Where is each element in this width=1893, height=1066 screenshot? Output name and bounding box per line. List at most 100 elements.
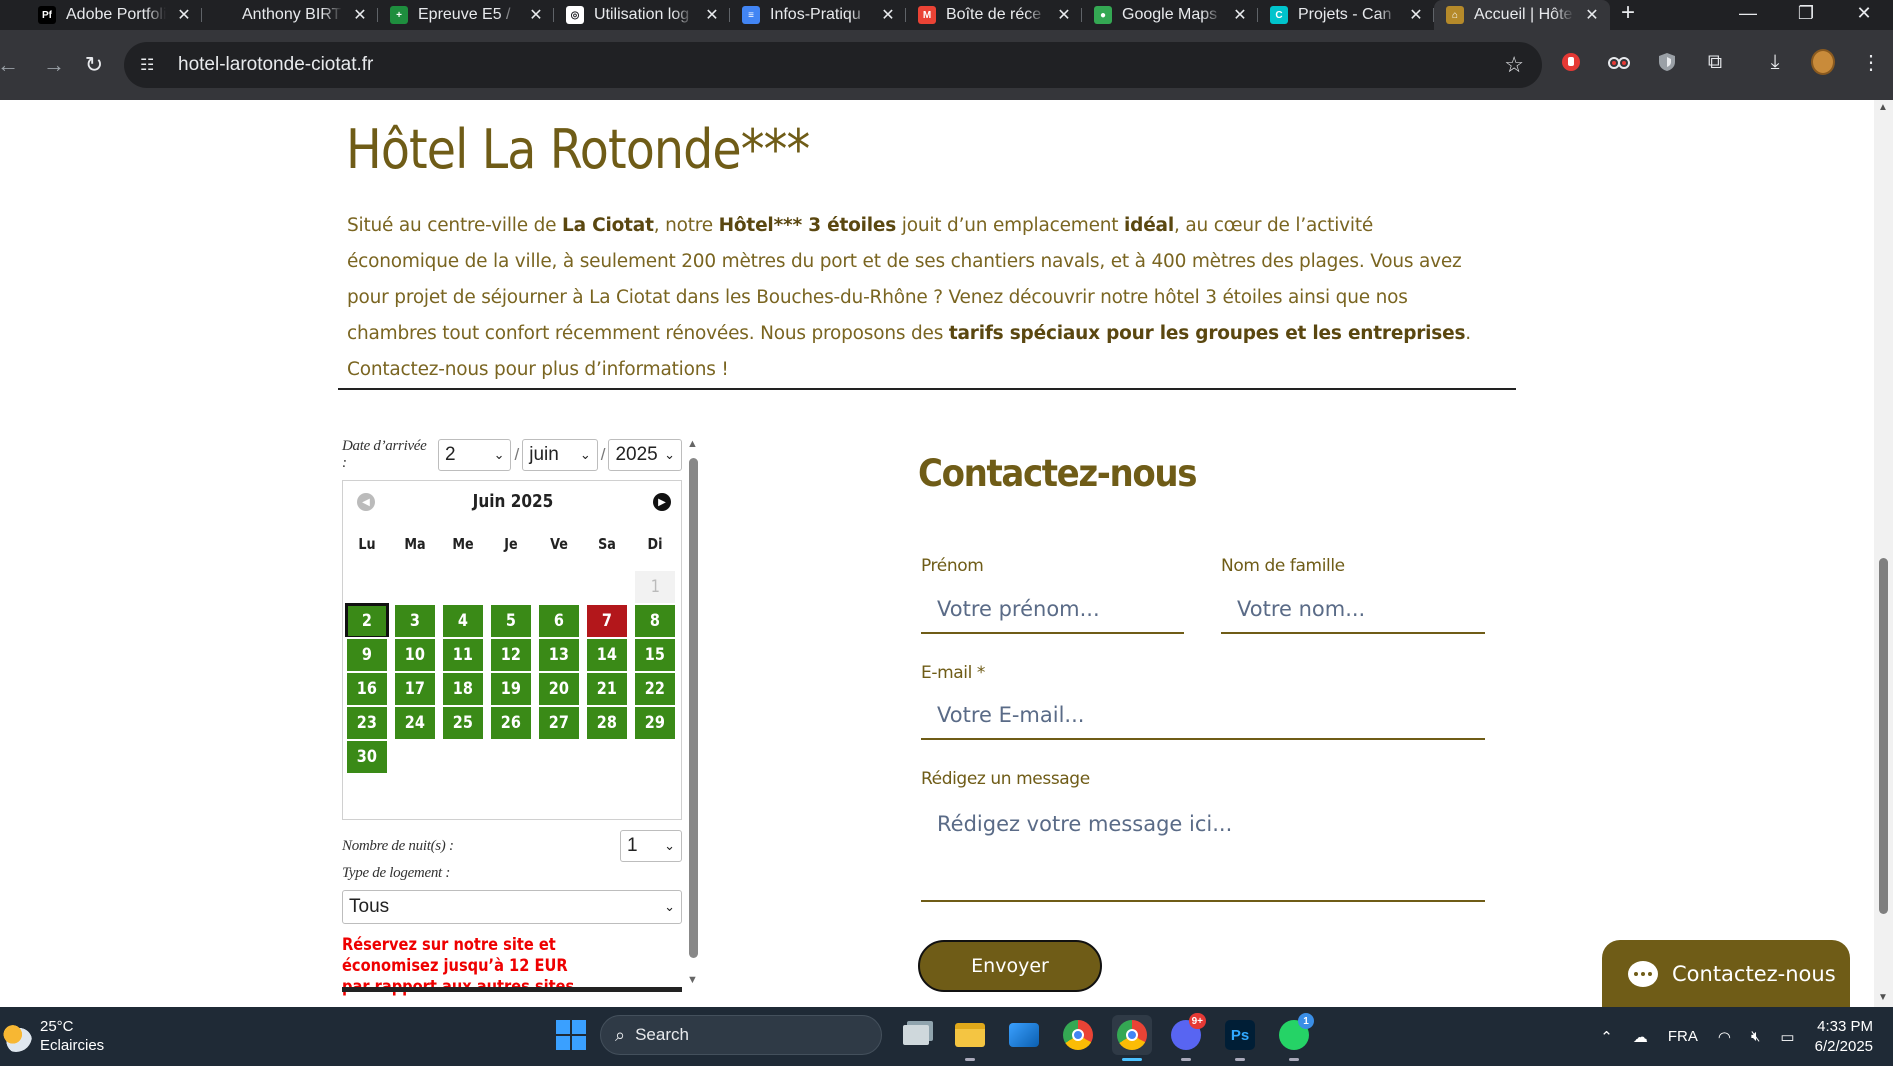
calendar-day[interactable]: 14 bbox=[585, 637, 629, 673]
calendar-day[interactable]: 22 bbox=[633, 671, 677, 707]
message-textarea[interactable] bbox=[921, 800, 1485, 902]
send-button[interactable]: Envoyer bbox=[918, 940, 1102, 992]
page-scrollbar[interactable]: ▲ ▼ bbox=[1874, 100, 1893, 1007]
browser-tab[interactable]: Pf Adobe Portfolio ✕ bbox=[26, 0, 202, 30]
widget-scroll-thumb[interactable] bbox=[689, 458, 698, 958]
weather-widget[interactable]: 25°C Eclaircies bbox=[0, 1017, 104, 1055]
calendar-next-icon[interactable]: ▶ bbox=[653, 493, 671, 511]
calendar-day[interactable]: 26 bbox=[489, 705, 533, 741]
address-bar[interactable]: ☷ hotel-larotonde-ciotat.fr ☆ bbox=[124, 42, 1542, 88]
file-explorer-icon[interactable] bbox=[950, 1015, 990, 1061]
chrome-icon[interactable] bbox=[1058, 1015, 1098, 1055]
calendar-day[interactable]: 8 bbox=[633, 603, 677, 639]
onedrive-icon[interactable]: ☁ bbox=[1633, 1028, 1648, 1046]
browser-tab[interactable]: ● Google Maps ✕ bbox=[1082, 0, 1258, 30]
new-tab-button[interactable]: + bbox=[1610, 0, 1646, 30]
arrival-year-select[interactable]: 2025 ⌄ bbox=[608, 439, 682, 471]
language-indicator[interactable]: FRA bbox=[1668, 1028, 1698, 1045]
restore-icon[interactable]: ❐ bbox=[1777, 0, 1835, 30]
chrome-menu-icon[interactable]: ⋮ bbox=[1859, 50, 1883, 74]
photoshop-icon[interactable]: Ps bbox=[1220, 1015, 1260, 1061]
browser-tab[interactable]: Anthony BIRT ✕ bbox=[202, 0, 378, 30]
calendar-day[interactable]: 24 bbox=[393, 705, 437, 741]
widget-scrollbar[interactable]: ▲ ▼ bbox=[686, 438, 700, 990]
calendar-day[interactable]: 17 bbox=[393, 671, 437, 707]
browser-tab[interactable]: ⌂ Accueil | Hôte ✕ bbox=[1434, 0, 1610, 30]
minimize-icon[interactable]: — bbox=[1719, 0, 1777, 30]
browser-tab[interactable]: + Epreuve E5 / ✕ bbox=[378, 0, 554, 30]
calendar-day[interactable]: 28 bbox=[585, 705, 629, 741]
arrival-month-select[interactable]: juin ⌄ bbox=[522, 439, 598, 471]
tab-close-icon[interactable]: ✕ bbox=[1056, 5, 1072, 25]
whatsapp-icon[interactable]: 1 bbox=[1274, 1013, 1314, 1061]
calendar-day[interactable]: 6 bbox=[537, 603, 581, 639]
firstname-input[interactable] bbox=[921, 586, 1184, 634]
calendar-day[interactable]: 18 bbox=[441, 671, 485, 707]
browser-tab[interactable]: C Projets - Can ✕ bbox=[1258, 0, 1434, 30]
calendar-day[interactable]: 2 bbox=[345, 603, 389, 639]
forward-icon[interactable]: → bbox=[36, 52, 72, 78]
calendar-day[interactable]: 30 bbox=[345, 739, 389, 775]
tab-close-icon[interactable]: ✕ bbox=[704, 5, 720, 25]
clock[interactable]: 4:33 PM 6/2/2025 bbox=[1815, 1017, 1873, 1057]
back-icon[interactable]: ← bbox=[0, 52, 26, 78]
arrival-day-select[interactable]: 2 ⌄ bbox=[437, 439, 512, 471]
calendar-day[interactable]: 20 bbox=[537, 671, 581, 707]
bookmark-star-icon[interactable]: ☆ bbox=[1504, 52, 1524, 78]
email-input[interactable] bbox=[921, 692, 1485, 740]
calendar-day[interactable]: 3 bbox=[393, 603, 437, 639]
task-view-icon[interactable] bbox=[896, 1015, 936, 1055]
calendar-day[interactable]: 27 bbox=[537, 705, 581, 741]
nights-select[interactable]: 1 ⌄ bbox=[620, 830, 682, 862]
tab-close-icon[interactable]: ✕ bbox=[880, 5, 896, 25]
calendar-day[interactable]: 21 bbox=[585, 671, 629, 707]
calendar-day[interactable]: 16 bbox=[345, 671, 389, 707]
download-icon[interactable]: ⤓ bbox=[1763, 50, 1787, 74]
calendar-day[interactable]: 7 bbox=[585, 603, 629, 639]
reload-icon[interactable]: ↻ bbox=[76, 52, 112, 78]
chat-widget-button[interactable]: Contactez-nous bbox=[1602, 940, 1850, 1007]
extensions-puzzle-icon[interactable]: ⧉ bbox=[1703, 50, 1727, 74]
chrome-profile-icon[interactable] bbox=[1112, 1015, 1152, 1061]
browser-tab[interactable]: M Boîte de réce ✕ bbox=[906, 0, 1082, 30]
scroll-up-icon[interactable]: ▲ bbox=[1878, 102, 1888, 113]
scroll-up-icon[interactable]: ▲ bbox=[687, 438, 698, 450]
site-info-icon[interactable]: ☷ bbox=[140, 55, 166, 75]
calendar-day[interactable]: 23 bbox=[345, 705, 389, 741]
tab-close-icon[interactable]: ✕ bbox=[1584, 5, 1600, 25]
tab-close-icon[interactable]: ✕ bbox=[1408, 5, 1424, 25]
scroll-down-icon[interactable]: ▼ bbox=[687, 974, 698, 986]
close-window-icon[interactable]: ✕ bbox=[1835, 0, 1893, 30]
tab-close-icon[interactable]: ✕ bbox=[352, 5, 368, 25]
calendar-day[interactable]: 11 bbox=[441, 637, 485, 673]
calendar-day[interactable]: 15 bbox=[633, 637, 677, 673]
chevron-up-icon[interactable]: ⌃ bbox=[1600, 1028, 1613, 1046]
calendar-day[interactable]: 19 bbox=[489, 671, 533, 707]
calendar-day[interactable]: 5 bbox=[489, 603, 533, 639]
scroll-down-icon[interactable]: ▼ bbox=[1878, 992, 1888, 1003]
calendar-day[interactable]: 12 bbox=[489, 637, 533, 673]
shield-extension-icon[interactable] bbox=[1655, 50, 1679, 74]
battery-icon[interactable]: ▭ bbox=[1780, 1028, 1794, 1046]
tab-close-icon[interactable]: ✕ bbox=[528, 5, 544, 25]
volume-muted-icon[interactable]: 🔇︎ bbox=[1751, 1028, 1760, 1045]
lastname-input[interactable] bbox=[1221, 586, 1485, 634]
browser-tab[interactable]: ◎ Utilisation log ✕ bbox=[554, 0, 730, 30]
taskbar-search[interactable]: ⌕ Search bbox=[600, 1015, 882, 1055]
tab-close-icon[interactable]: ✕ bbox=[176, 5, 192, 25]
calendar-day[interactable]: 9 bbox=[345, 637, 389, 673]
calendar-day[interactable]: 25 bbox=[441, 705, 485, 741]
tab-close-icon[interactable]: ✕ bbox=[1232, 5, 1248, 25]
calendar-day[interactable]: 29 bbox=[633, 705, 677, 741]
browser-tab[interactable]: ≡ Infos-Pratiqu ✕ bbox=[730, 0, 906, 30]
profile-avatar[interactable] bbox=[1811, 49, 1835, 75]
windows-start-icon[interactable] bbox=[556, 1020, 586, 1050]
calendar-day[interactable]: 10 bbox=[393, 637, 437, 673]
room-type-select[interactable]: Tous ⌄ bbox=[342, 890, 682, 924]
photos-app-icon[interactable] bbox=[1004, 1015, 1044, 1055]
calendar-day[interactable]: 13 bbox=[537, 637, 581, 673]
wifi-icon[interactable]: ◠ bbox=[1718, 1028, 1731, 1046]
page-scroll-thumb[interactable] bbox=[1879, 558, 1888, 914]
discord-icon[interactable]: 9+ bbox=[1166, 1013, 1206, 1061]
adblock-extension-icon[interactable] bbox=[1559, 50, 1583, 74]
